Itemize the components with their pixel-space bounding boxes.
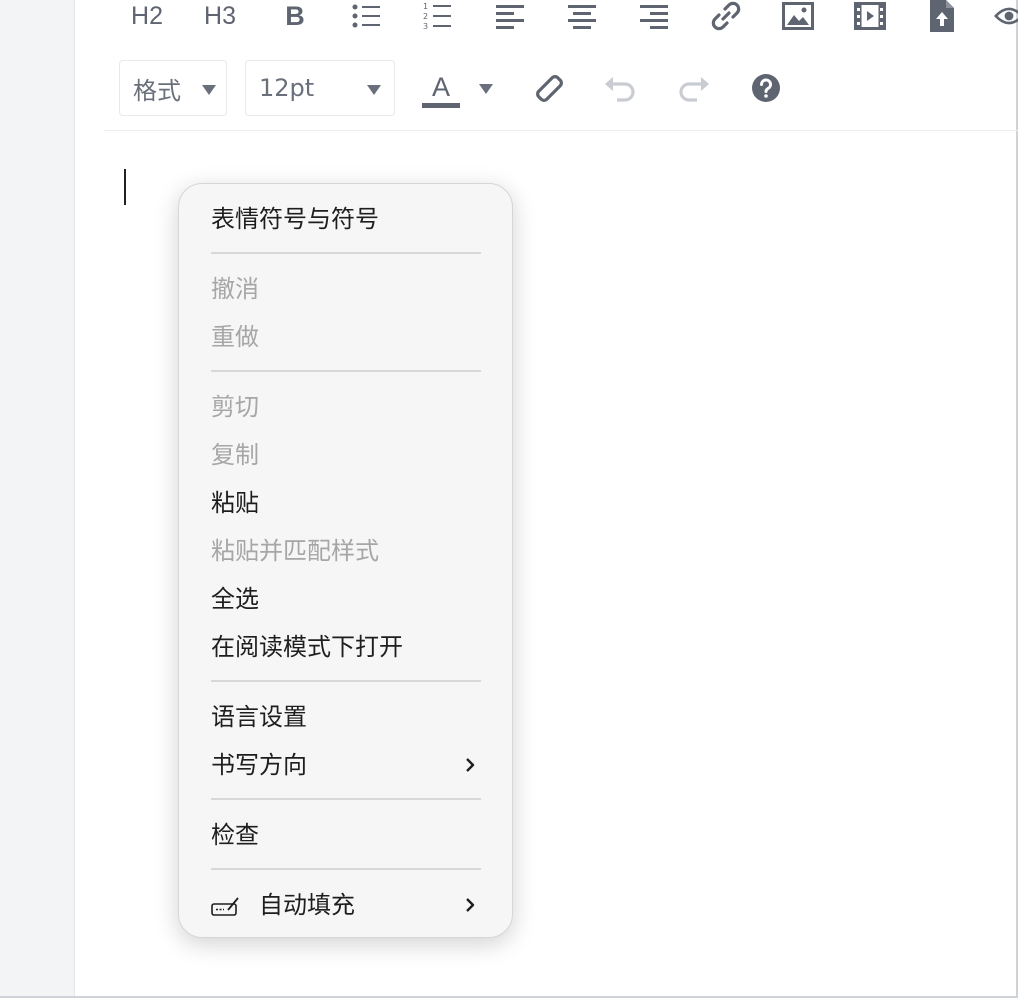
font-size-select-value: 12pt [259, 74, 315, 102]
numbered-list-button[interactable]: 1 2 3 [422, 0, 454, 32]
eraser-icon [536, 75, 563, 102]
insert-video-button[interactable] [852, 0, 888, 32]
redo-icon [679, 77, 709, 102]
bulleted-list-icon [352, 4, 380, 28]
bold-label: B [285, 0, 305, 31]
align-right-icon [640, 5, 668, 29]
redo-button[interactable] [674, 72, 712, 104]
clear-format-button[interactable] [532, 72, 566, 104]
align-center-icon [568, 5, 596, 29]
menu-item-emoji-symbols[interactable]: 表情符号与符号 [211, 204, 379, 234]
chevron-right-icon [466, 898, 475, 912]
align-center-button[interactable] [566, 0, 598, 32]
font-size-dropdown-caret-icon [367, 85, 381, 95]
undo-icon [605, 77, 635, 102]
menu-item-open-reading-mode[interactable]: 在阅读模式下打开 [211, 632, 403, 662]
left-sidebar [0, 0, 75, 998]
menu-separator [211, 798, 481, 800]
menu-item-redo: 重做 [211, 323, 259, 351]
menu-item-inspect[interactable]: 检查 [211, 820, 259, 850]
context-menu: 表情符号与符号 撤消 重做 剪切 复制 粘贴 粘贴并匹配样式 全选 在阅读模式下… [178, 183, 513, 938]
format-select-value: 格式 [133, 76, 181, 105]
menu-separator [211, 868, 481, 870]
numbered-list-icon: 1 2 3 [423, 2, 451, 31]
menu-item-undo: 撤消 [211, 275, 259, 303]
text-cursor [124, 169, 126, 205]
heading-3-button[interactable]: H3 [197, 0, 243, 32]
menu-item-autofill-label: 自动填充 [259, 891, 355, 919]
format-select[interactable]: 格式 [119, 60, 227, 116]
insert-image-button[interactable] [780, 0, 816, 32]
menu-item-language-settings[interactable]: 语言设置 [211, 702, 307, 732]
menu-item-writing-direction-label: 书写方向 [211, 751, 307, 779]
align-right-button[interactable] [638, 0, 670, 32]
align-left-icon [496, 5, 524, 29]
menu-item-writing-direction[interactable]: 书写方向 [211, 750, 481, 780]
font-color-label: A [431, 71, 450, 102]
menu-item-autofill[interactable]: 自动填充 [211, 890, 481, 920]
undo-button[interactable] [602, 72, 640, 104]
help-icon [752, 74, 780, 102]
bold-button[interactable]: B [280, 0, 310, 32]
font-color-button[interactable]: A [420, 70, 462, 110]
link-icon [711, 1, 741, 31]
heading-2-label: H2 [131, 1, 163, 30]
editor-toolbar-row-2: 格式 12pt A [104, 58, 1018, 120]
svg-text:2: 2 [423, 12, 428, 21]
preview-eye-icon [994, 7, 1018, 25]
image-icon [782, 2, 814, 30]
editor-toolbar-row-1: H2 H3 B 1 2 3 [104, 0, 1018, 34]
svg-text:3: 3 [423, 22, 428, 31]
font-color-swatch [422, 102, 460, 108]
heading-2-button[interactable]: H2 [124, 0, 170, 32]
menu-item-cut: 剪切 [211, 393, 259, 421]
menu-separator [211, 370, 481, 372]
help-button[interactable] [750, 72, 782, 104]
align-left-button[interactable] [494, 0, 526, 32]
bulleted-list-button[interactable] [350, 0, 382, 32]
heading-3-label: H3 [204, 1, 236, 30]
chevron-right-icon [466, 758, 475, 772]
svg-text:1: 1 [423, 2, 428, 11]
menu-item-paste-match-style: 粘贴并匹配样式 [211, 537, 379, 565]
preview-button[interactable] [994, 0, 1018, 32]
font-size-select[interactable]: 12pt [245, 60, 395, 116]
menu-separator [211, 252, 481, 254]
link-button[interactable] [708, 0, 744, 32]
menu-item-copy: 复制 [211, 441, 259, 469]
upload-file-icon [930, 0, 954, 32]
upload-file-button[interactable] [924, 0, 960, 32]
font-color-dropdown-caret-icon[interactable] [479, 84, 493, 94]
autofill-pen-icon [211, 897, 239, 916]
menu-item-paste[interactable]: 粘贴 [211, 488, 259, 518]
menu-item-select-all[interactable]: 全选 [211, 584, 259, 614]
format-dropdown-caret-icon [202, 85, 216, 95]
video-icon [854, 2, 886, 30]
menu-separator [211, 680, 481, 682]
